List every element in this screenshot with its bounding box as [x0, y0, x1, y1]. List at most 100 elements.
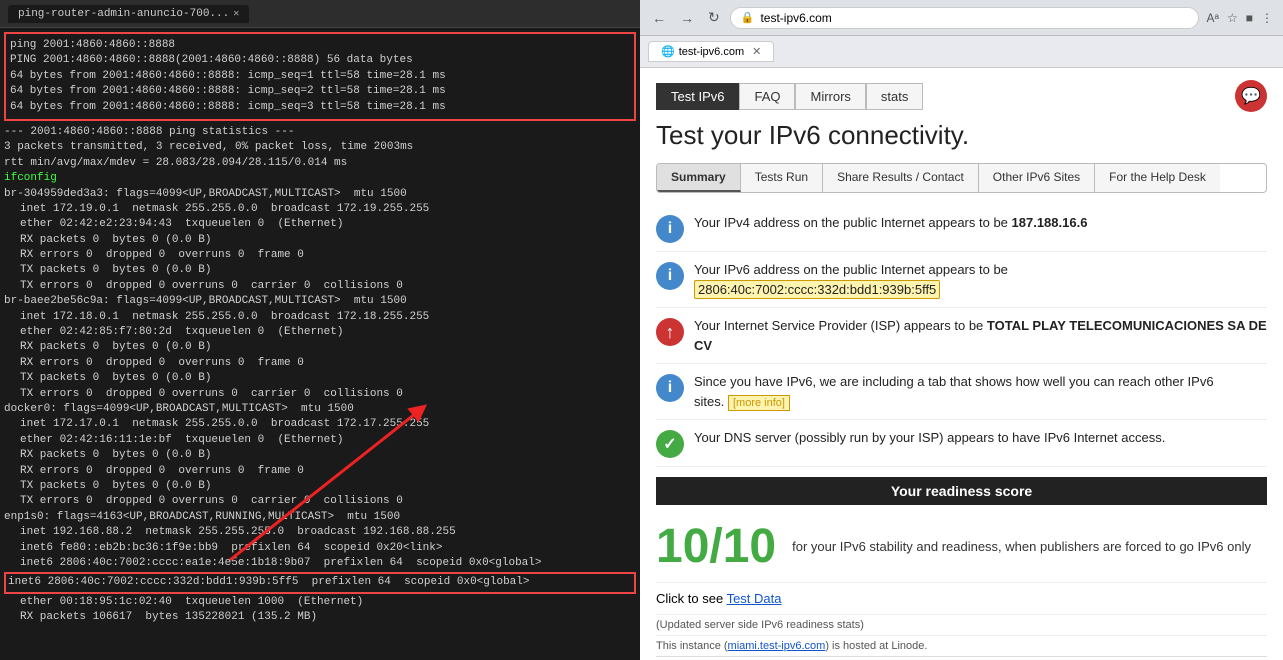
stats-line-2: rtt min/avg/max/mdev = 28.083/28.094/28.… — [4, 156, 636, 171]
iface-line-0: br-304959ded3a3: flags=4099<UP,BROADCAST… — [4, 187, 636, 202]
iface-line-5: TX packets 0 bytes 0 (0.0 B) — [4, 263, 636, 278]
prompt-line: ifconfig — [4, 171, 636, 186]
info-row-isp: ↑ Your Internet Service Provider (ISP) a… — [656, 308, 1267, 364]
terminal-tab[interactable]: ping-router-admin-anuncio-700... ✕ — [8, 5, 249, 23]
nav-faq[interactable]: FAQ — [739, 83, 795, 110]
content-tabs: Summary Tests Run Share Results / Contac… — [656, 163, 1267, 193]
tab-share-results[interactable]: Share Results / Contact — [823, 164, 979, 192]
nav-mirrors[interactable]: Mirrors — [795, 83, 865, 110]
footer-area: Copyright (C) 2010, 2024 Jason Fesler. A… — [656, 656, 1267, 660]
address-text: test-ipv6.com — [760, 11, 831, 25]
ping-line-0: ping 2001:4860:4860::8888 — [10, 38, 630, 53]
ping-line-4: 64 bytes from 2001:4860:4860::8888: icmp… — [10, 100, 630, 115]
iface-line-12: TX packets 0 bytes 0 (0.0 B) — [4, 371, 636, 386]
tab-other-ipv6[interactable]: Other IPv6 Sites — [979, 164, 1095, 192]
ping-box: ping 2001:4860:4860::8888 PING 2001:4860… — [4, 32, 636, 121]
info-row-ipv6: i Your IPv6 address on the public Intern… — [656, 252, 1267, 308]
browser-tab-active[interactable]: 🌐 test-ipv6.com ✕ — [648, 41, 774, 62]
readiness-title: Your readiness score — [656, 477, 1267, 505]
iface-line-19: TX packets 0 bytes 0 (0.0 B) — [4, 479, 636, 494]
iface-line-23: inet6 fe80::eb2b:bc36:1f9e:bb9 prefixlen… — [4, 541, 636, 556]
tab-label: test-ipv6.com — [679, 46, 744, 58]
info-row-dns: ✓ Your DNS server (possibly run by your … — [656, 420, 1267, 467]
terminal-top-bar: ping-router-admin-anuncio-700... ✕ — [0, 0, 640, 28]
menu-icon[interactable]: ⋮ — [1259, 9, 1275, 27]
info-icon-dns: ✓ — [656, 430, 684, 458]
extensions-icon[interactable]: ■ — [1244, 9, 1255, 27]
refresh-button[interactable]: ↻ — [704, 7, 724, 28]
ping-line-1: PING 2001:4860:4860::8888(2001:4860:4860… — [10, 53, 630, 68]
iface-line-16: ether 02:42:16:11:1e:bf txqueuelen 0 (Et… — [4, 433, 636, 448]
back-button[interactable]: ← — [648, 8, 670, 28]
browser-chrome: ← → ↻ 🔒 test-ipv6.com Aᵃ ☆ ■ ⋮ — [640, 0, 1283, 36]
info-icon-ipv6: i — [656, 262, 684, 290]
stats-line-0: --- 2001:4860:4860::8888 ping statistics… — [4, 125, 636, 140]
test-data-prefix: Click to see — [656, 591, 727, 606]
ping-line-3: 64 bytes from 2001:4860:4860::8888: icmp… — [10, 84, 630, 99]
browser-toolbar: Aᵃ ☆ ■ ⋮ — [1205, 9, 1275, 27]
readiness-score: 10/10 — [656, 519, 776, 574]
iface-line-3: RX packets 0 bytes 0 (0.0 B) — [4, 233, 636, 248]
iface-line-15: inet 172.17.0.1 netmask 255.255.0.0 broa… — [4, 417, 636, 432]
tab-tests-run[interactable]: Tests Run — [741, 164, 823, 192]
iface-line-7: br-baee2be56c9a: flags=4099<UP,BROADCAST… — [4, 294, 636, 309]
site-header: Test IPv6 FAQ Mirrors stats 💬 — [656, 80, 1267, 112]
readiness-content: 10/10 for your IPv6 stability and readin… — [656, 511, 1267, 582]
lock-icon: 🔒 — [741, 11, 755, 24]
info-icon-isp: ↑ — [656, 318, 684, 346]
ping-line-2: 64 bytes from 2001:4860:4860::8888: icmp… — [10, 69, 630, 84]
iface-line-10: RX packets 0 bytes 0 (0.0 B) — [4, 340, 636, 355]
info-text-ipv4: Your IPv4 address on the public Internet… — [694, 213, 1087, 233]
iface-line-14: docker0: flags=4099<UP,BROADCAST,MULTICA… — [4, 402, 636, 417]
bookmark-icon[interactable]: ☆ — [1225, 9, 1240, 27]
terminal-panel: ping-router-admin-anuncio-700... ✕ ping … — [0, 0, 640, 660]
info-icon-ipv4: i — [656, 215, 684, 243]
info-icon-ipv6-tab: i — [656, 374, 684, 402]
iface-line-17: RX packets 0 bytes 0 (0.0 B) — [4, 448, 636, 463]
info-text-isp: Your Internet Service Provider (ISP) app… — [694, 316, 1267, 355]
miami-link[interactable]: miami.test-ipv6.com — [728, 640, 826, 652]
iface-line-8: inet 172.18.0.1 netmask 255.255.0.0 broa… — [4, 310, 636, 325]
more-info-link[interactable]: [more info] — [728, 395, 790, 411]
iface-line-24: inet6 2806:40c:7002:cccc:ea1e:4e5e:1b18:… — [4, 556, 636, 571]
tab-close-icon[interactable]: ✕ — [752, 45, 761, 58]
nav-test-ipv6[interactable]: Test IPv6 — [656, 83, 739, 110]
tab-summary[interactable]: Summary — [657, 164, 741, 192]
info-text-ipv6: Your IPv6 address on the public Internet… — [694, 260, 1008, 299]
hosted-text: This instance (miami.test-ipv6.com) is h… — [656, 635, 1267, 656]
iface-line-26: RX packets 106617 bytes 135228021 (135.2… — [4, 610, 636, 625]
stats-button[interactable]: stats — [866, 83, 923, 110]
info-row-ipv4: i Your IPv4 address on the public Intern… — [656, 205, 1267, 252]
test-data-link[interactable]: Test Data — [727, 591, 782, 606]
browser-panel: ← → ↻ 🔒 test-ipv6.com Aᵃ ☆ ■ ⋮ 🌐 test-ip… — [640, 0, 1283, 660]
iface-inet6-highlight: inet6 2806:40c:7002:cccc:332d:bdd1:939b:… — [4, 572, 636, 593]
tab-favicon: 🌐 — [661, 45, 675, 58]
updated-text: (Updated server side IPv6 readiness stat… — [656, 614, 1267, 635]
address-bar[interactable]: 🔒 test-ipv6.com — [730, 7, 1199, 29]
ipv6-address-highlight: 2806:40c:7002:cccc:332d:bdd1:939b:5ff5 — [694, 280, 940, 299]
forward-button[interactable]: → — [676, 8, 698, 28]
info-text-dns: Your DNS server (possibly run by your IS… — [694, 428, 1165, 448]
page-title: Test your IPv6 connectivity. — [656, 120, 1267, 151]
terminal-content: ping 2001:4860:4860::8888 PING 2001:4860… — [0, 28, 640, 660]
iface-line-6: TX errors 0 dropped 0 overruns 0 carrier… — [4, 279, 636, 294]
tab-help-desk[interactable]: For the Help Desk — [1095, 164, 1220, 192]
iface-line-18: RX errors 0 dropped 0 overruns 0 frame 0 — [4, 464, 636, 479]
close-icon[interactable]: ✕ — [233, 8, 239, 20]
iface-line-4: RX errors 0 dropped 0 overruns 0 frame 0 — [4, 248, 636, 263]
iface-line-22: inet 192.168.88.2 netmask 255.255.255.0 … — [4, 525, 636, 540]
iface-line-1: inet 172.19.0.1 netmask 255.255.0.0 broa… — [4, 202, 636, 217]
readiness-description: for your IPv6 stability and readiness, w… — [792, 539, 1251, 554]
iface-line-25: ether 00:18:95:1c:02:40 txqueuelen 1000 … — [4, 595, 636, 610]
info-row-ipv6-tab: i Since you have IPv6, we are including … — [656, 364, 1267, 420]
chat-icon[interactable]: 💬 — [1235, 80, 1267, 112]
iface-line-2: ether 02:42:e2:23:94:43 txqueuelen 0 (Et… — [4, 217, 636, 232]
translate-icon[interactable]: Aᵃ — [1205, 9, 1221, 27]
iface-line-21: enp1s0: flags=4163<UP,BROADCAST,RUNNING,… — [4, 510, 636, 525]
iface-line-11: RX errors 0 dropped 0 overruns 0 frame 0 — [4, 356, 636, 371]
stats-line-1: 3 packets transmitted, 3 received, 0% pa… — [4, 140, 636, 155]
terminal-tab-label: ping-router-admin-anuncio-700... — [18, 8, 229, 20]
iface-line-13: TX errors 0 dropped 0 overruns 0 carrier… — [4, 387, 636, 402]
iface-line-9: ether 02:42:85:f7:80:2d txqueuelen 0 (Et… — [4, 325, 636, 340]
browser-tab-bar: 🌐 test-ipv6.com ✕ — [640, 36, 1283, 68]
